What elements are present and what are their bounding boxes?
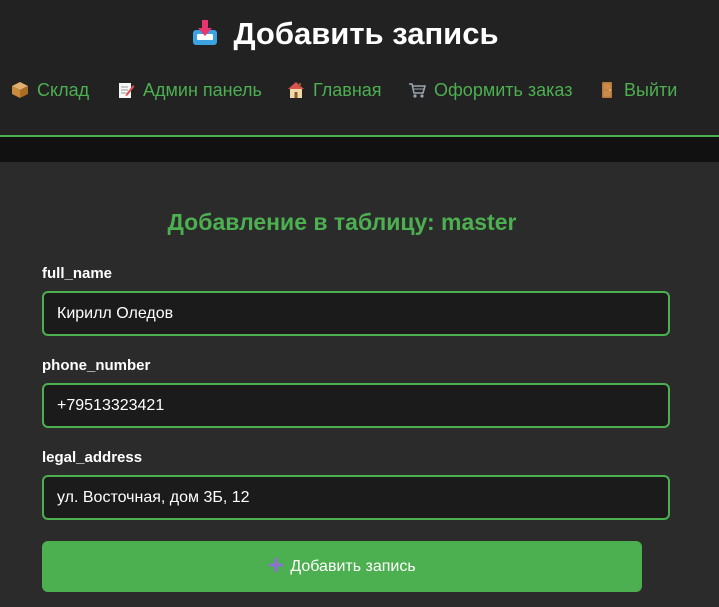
phone-number-label: phone_number (42, 357, 151, 374)
form-container: Добавление в таблицу: master full_name p… (0, 162, 719, 607)
add-record-button[interactable]: Добавить запись (42, 541, 642, 592)
header-shadow-band (0, 137, 719, 162)
nav-item-logout[interactable]: Выйти (598, 76, 677, 104)
nav-item-label: Админ панель (143, 80, 262, 100)
legal-address-label: legal_address (42, 449, 143, 466)
nav-item-label: Выйти (624, 80, 678, 100)
plus-icon (268, 557, 284, 573)
full-name-input[interactable] (42, 291, 670, 336)
main-nav: Склад Админ панель Главная Оформить зака… (0, 76, 719, 104)
nav-item-warehouse[interactable]: Склад (11, 76, 89, 104)
nav-item-label: Главная (313, 80, 382, 100)
nav-item-checkout[interactable]: Оформить заказ (408, 76, 572, 104)
page-title-text: Добавить запись (233, 16, 499, 51)
memo-icon (117, 81, 135, 99)
add-record-button-label: Добавить запись (290, 558, 416, 575)
full-name-label: full_name (42, 265, 113, 282)
nav-item-label: Оформить заказ (434, 80, 573, 100)
form-title: Добавление в таблицу: master (167, 209, 517, 235)
door-icon (598, 81, 616, 99)
package-icon (11, 81, 29, 99)
nav-item-admin-panel[interactable]: Админ панель (117, 76, 262, 104)
nav-item-label: Склад (37, 80, 90, 100)
nav-item-home[interactable]: Главная (287, 76, 382, 104)
legal-address-input[interactable] (42, 475, 670, 520)
phone-number-input[interactable] (42, 383, 670, 428)
inbox-tray-icon (191, 19, 219, 47)
header: Добавить запись Склад Админ панель Главн… (0, 0, 719, 137)
shopping-cart-icon (408, 81, 426, 99)
house-icon (287, 81, 305, 99)
page-title: Добавить запись (0, 14, 690, 54)
